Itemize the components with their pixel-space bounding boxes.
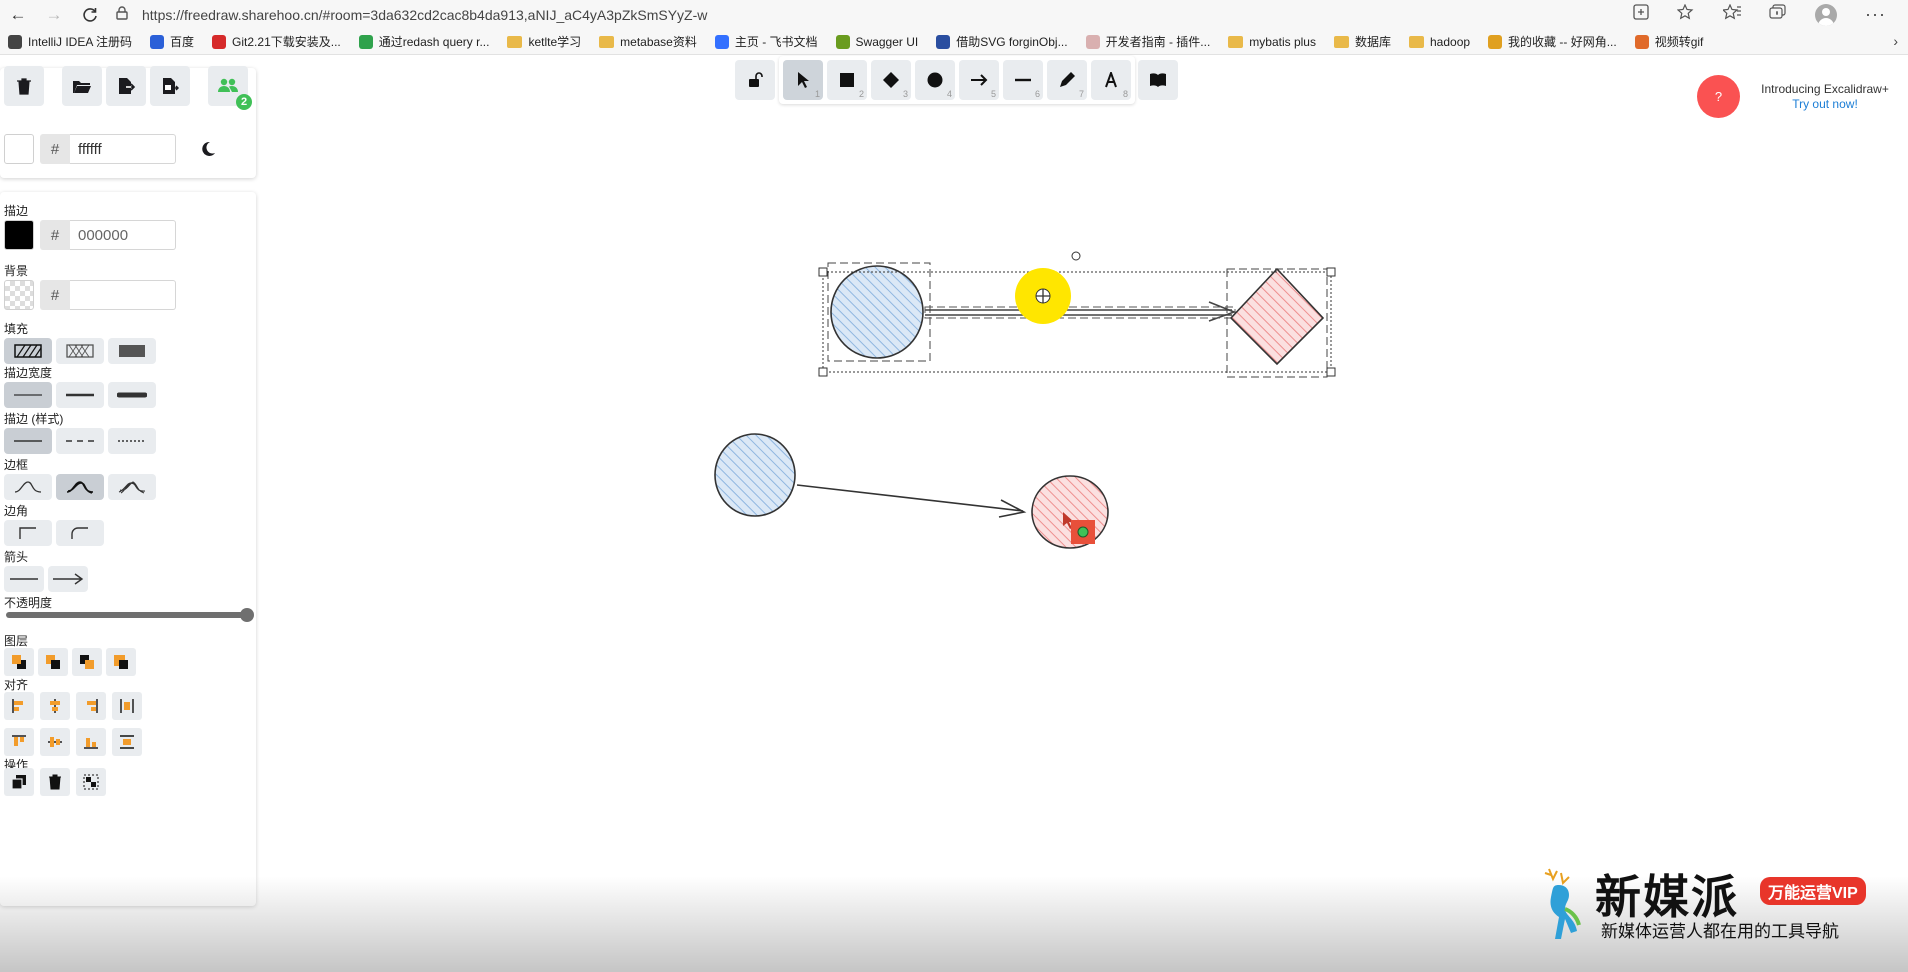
bookmark-label: 数据库 [1354, 35, 1391, 49]
blue-circle-top[interactable] [830, 265, 924, 359]
folder-icon [1228, 35, 1244, 48]
bookmark-label: Swagger UI [855, 34, 919, 49]
site-favicon-icon [936, 34, 951, 49]
bookmark-item[interactable]: Git2.21下载安装及... [212, 33, 341, 50]
element-bounds-arrow [924, 306, 1236, 319]
site-favicon-icon [212, 34, 227, 49]
bookmark-item[interactable]: 通过redash query r... [358, 33, 490, 50]
bookmark-item[interactable]: hadoop [1409, 35, 1470, 49]
resize-handle-sw[interactable] [818, 367, 828, 377]
bookmark-item[interactable]: 开发者指南 - 插件... [1085, 33, 1211, 50]
site-favicon-icon [1488, 34, 1503, 49]
bookmark-label: 我的收藏 -- 好网角... [1508, 35, 1617, 49]
resize-handle-nw[interactable] [818, 267, 828, 277]
selected-group[interactable] [827, 262, 1328, 378]
bookmark-label: mybatis plus [1249, 34, 1316, 49]
bookmark-item[interactable]: mybatis plus [1228, 35, 1316, 49]
lock-icon [116, 6, 128, 23]
bookmarks-bar: IntelliJ IDEA 注册码 百度 Git2.21下载安装及... 通过reda… [0, 29, 1908, 55]
collaborator-status-dot [1077, 526, 1089, 538]
folder-icon [1333, 35, 1349, 48]
move-cursor-icon [1035, 288, 1051, 304]
collections-icon[interactable] [1769, 4, 1787, 25]
browser-top-bar: ← → https://freedraw.sharehoo.cn/#room=3… [0, 0, 1908, 29]
bookmark-item[interactable]: 百度 [150, 33, 194, 50]
bookmark-label: 通过redash query r... [378, 35, 490, 49]
back-icon[interactable]: ← [0, 0, 36, 29]
url-text: https://freedraw.sharehoo.cn/#room=3da63… [142, 6, 708, 23]
bookmark-item[interactable]: ketlte学习 [507, 33, 581, 50]
reload-icon[interactable] [72, 0, 108, 29]
rotation-handle[interactable] [1071, 251, 1081, 261]
bookmark-label: IntelliJ IDEA 注册码 [28, 35, 133, 49]
watermark-vip-badge: 万能运营VIP [1760, 877, 1866, 905]
folder-icon [1409, 35, 1424, 48]
bookmark-item[interactable]: 我的收藏 -- 好网角... [1488, 33, 1617, 50]
address-bar[interactable]: https://freedraw.sharehoo.cn/#room=3da63… [116, 0, 1633, 29]
red-circle[interactable] [1031, 475, 1109, 549]
bookmark-item[interactable]: 借助SVG forginObj... [936, 33, 1068, 50]
resize-handle-ne[interactable] [1326, 267, 1336, 277]
connecting-arrow-top[interactable] [925, 309, 1232, 316]
site-favicon-icon [150, 34, 165, 49]
resize-handle-se[interactable] [1326, 367, 1336, 377]
favorite-add-icon[interactable] [1676, 3, 1695, 25]
site-favicon-icon [358, 34, 373, 49]
bookmark-label: 百度 [170, 35, 195, 49]
bookmark-label: 开发者指南 - 插件... [1105, 35, 1211, 49]
bookmark-label: ketlte学习 [528, 35, 582, 49]
folder-icon [507, 35, 523, 48]
blue-circle-bottom[interactable] [714, 433, 796, 517]
tab-search-icon[interactable] [1633, 4, 1649, 25]
bookmark-label: hadoop [1430, 34, 1471, 49]
drawing-canvas[interactable] [0, 56, 1908, 916]
site-favicon-icon [8, 34, 22, 49]
bookmark-item[interactable]: Swagger UI [835, 34, 919, 49]
bookmark-label: 借助SVG forginObj... [956, 35, 1068, 49]
bookmark-label: 视频转gif [1654, 35, 1704, 49]
profile-avatar-icon[interactable] [1815, 3, 1838, 26]
bookmark-item[interactable]: 主页 - 飞书文档 [714, 33, 818, 50]
folder-icon [599, 35, 615, 48]
red-diamond[interactable] [1229, 267, 1325, 366]
watermark-logo: 新媒派 万能运营VIP 新媒体运营人都在用的工具导航 [1535, 861, 1895, 961]
site-favicon-icon [835, 34, 850, 49]
favorites-icon[interactable] [1721, 3, 1742, 25]
bookmarks-overflow-icon[interactable]: › [1893, 33, 1898, 49]
bookmark-item[interactable]: metabase资料 [599, 33, 697, 50]
bookmark-item[interactable]: 视频转gif [1634, 33, 1704, 50]
bookmark-label: Git2.21下载安装及... [232, 35, 341, 49]
bookmark-label: 主页 - 飞书文档 [734, 35, 818, 49]
bookmark-label: metabase资料 [620, 35, 697, 49]
bookmark-item[interactable]: 数据库 [1333, 33, 1391, 50]
site-favicon-icon [714, 34, 729, 49]
site-favicon-icon [1085, 34, 1100, 49]
forward-icon[interactable]: → [36, 0, 72, 29]
deer-logo-icon [1544, 868, 1581, 939]
bookmark-item[interactable]: IntelliJ IDEA 注册码 [8, 33, 132, 50]
site-favicon-icon [1634, 34, 1649, 49]
more-menu-icon[interactable]: ··· [1865, 4, 1886, 25]
watermark-subtitle: 新媒体运营人都在用的工具导航 [1601, 922, 1839, 941]
excalidraw-app: 2 # ffffff 描边 # 000000 背景 # 填充 描边宽度 描边 (… [0, 56, 1908, 972]
connecting-arrow-bottom[interactable] [796, 484, 1024, 512]
